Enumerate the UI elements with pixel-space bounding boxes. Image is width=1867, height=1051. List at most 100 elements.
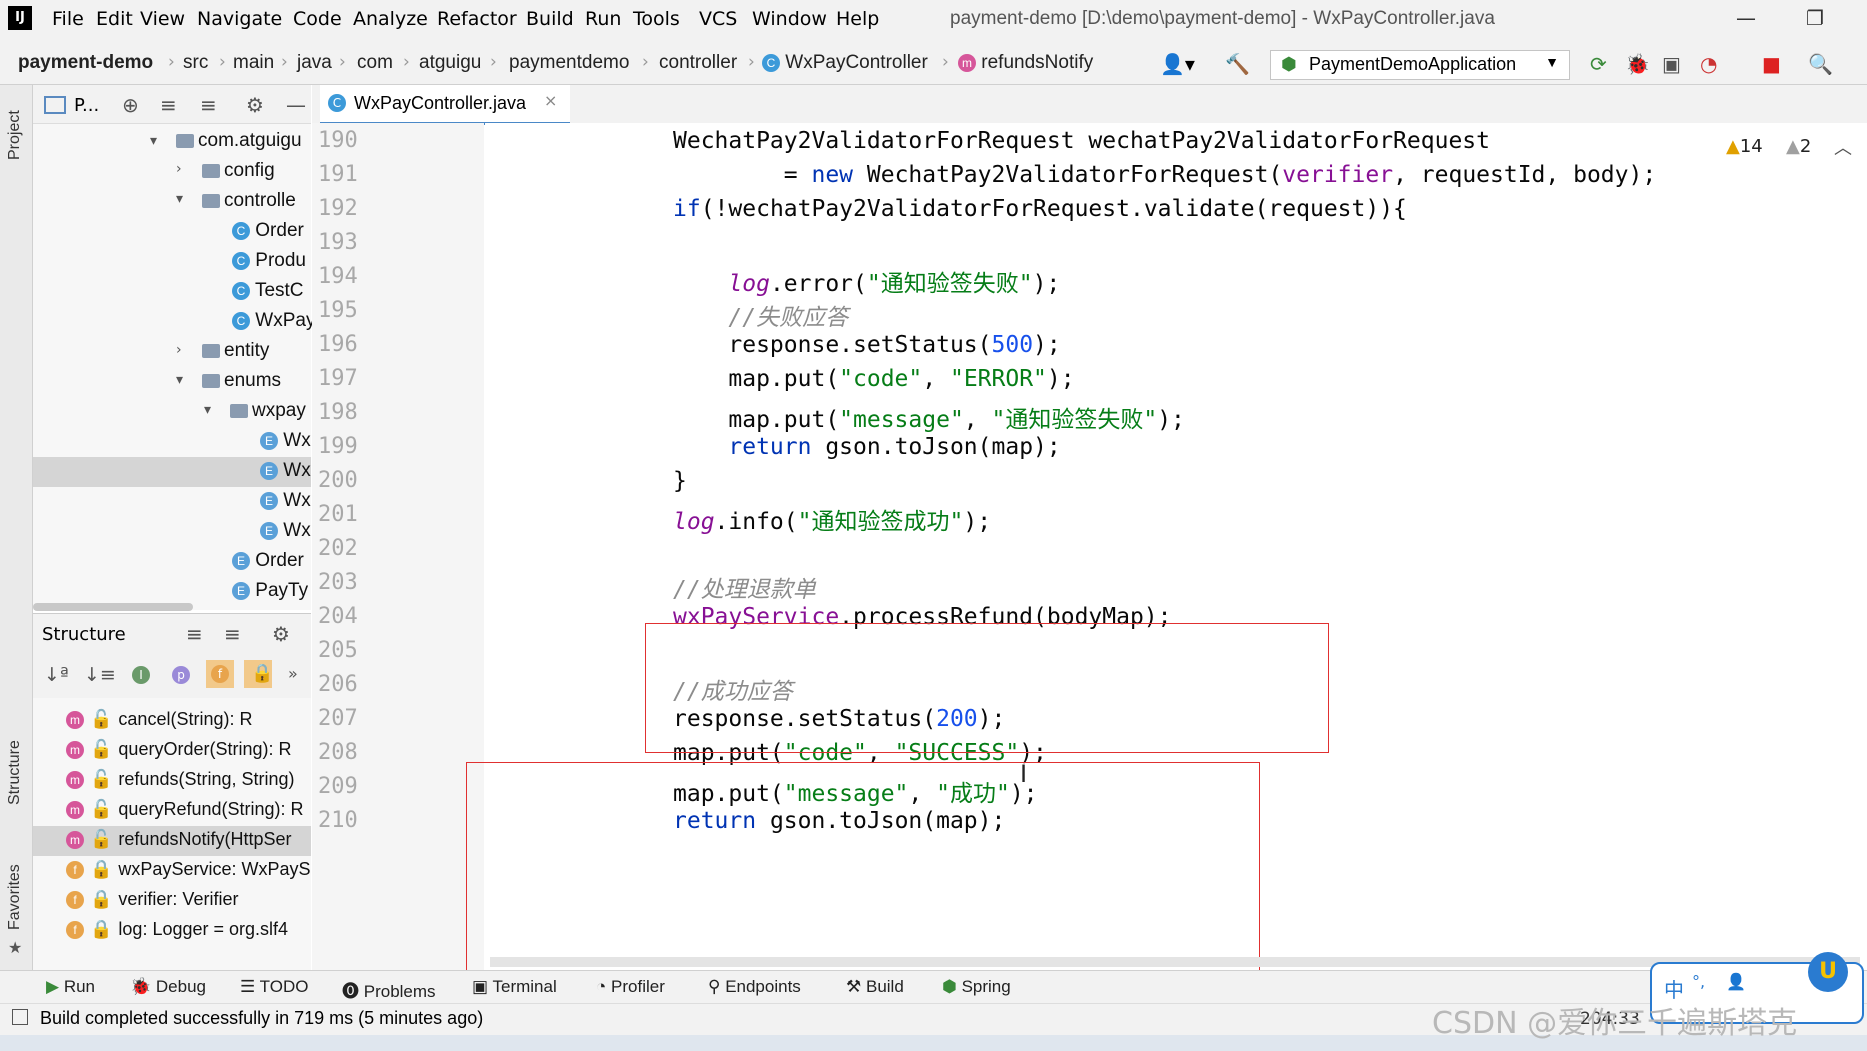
breadcrumb-project[interactable]: payment-demo <box>18 52 153 74</box>
code-line[interactable]: = new WechatPay2ValidatorForRequest(veri… <box>673 162 1656 188</box>
toggle-tool-windows-icon[interactable] <box>12 1009 28 1025</box>
structure-item[interactable]: m 🔓 queryRefund(String): R <box>66 799 304 820</box>
menu-analyze[interactable]: Analyze <box>353 8 428 30</box>
menu-build[interactable]: Build <box>526 8 574 30</box>
code-line[interactable]: if(!wechatPay2ValidatorForRequest.valida… <box>673 196 1407 222</box>
code-line[interactable]: //处理退款单 <box>673 570 816 604</box>
close-icon[interactable]: × <box>544 91 557 110</box>
collapse-all-icon[interactable]: ≡ <box>200 93 217 117</box>
weak-warnings-indicator[interactable]: ▲2 <box>1786 136 1811 157</box>
menu-refactor[interactable]: Refactor <box>437 8 517 30</box>
tree-item-class[interactable]: C Order <box>232 220 304 242</box>
tree-item-enum[interactable]: E Order <box>232 550 304 572</box>
breadcrumb-atguigu[interactable]: atguigu <box>419 52 481 74</box>
menu-edit[interactable]: Edit <box>96 8 133 30</box>
run-configuration-select[interactable]: ⬢ PaymentDemoApplication ▼ <box>1270 50 1570 80</box>
sort-alpha-icon[interactable]: ↓ª <box>44 664 69 686</box>
tree-item-enum[interactable]: E Wx <box>260 430 311 452</box>
endpoints-tool-button[interactable]: ⚲ Endpoints <box>708 977 801 997</box>
stop-icon[interactable]: ■ <box>1762 52 1781 76</box>
structure-item[interactable]: f 🔒 verifier: Verifier <box>66 889 238 910</box>
structure-item[interactable]: m 🔓 refunds(String, String) <box>66 769 295 790</box>
tree-item-enum-selected[interactable]: E Wx <box>260 460 311 482</box>
tree-item-enum[interactable]: E PayTy <box>232 580 308 602</box>
tree-item-enum[interactable]: E Wx <box>260 490 311 512</box>
menu-help[interactable]: Help <box>836 8 879 30</box>
profiler-tool-button[interactable]: ◔ Profiler <box>596 977 665 997</box>
breadcrumb-method[interactable]: m refundsNotify <box>958 52 1093 74</box>
build-tool-button[interactable]: ⚒ Build <box>846 977 904 997</box>
menu-navigate[interactable]: Navigate <box>197 8 282 30</box>
tree-item-wxpay[interactable]: wxpay <box>230 400 306 422</box>
sort-visibility-icon[interactable]: ↓≡ <box>84 664 116 686</box>
breadcrumb-src[interactable]: src <box>183 52 208 74</box>
structure-item[interactable]: m 🔓 queryOrder(String): R <box>66 739 291 760</box>
show-fields-icon[interactable]: f <box>206 660 234 688</box>
rerun-icon[interactable]: ⟳ <box>1590 52 1607 76</box>
project-view-select[interactable]: P... <box>74 95 99 116</box>
terminal-tool-button[interactable]: ▣ Terminal <box>472 977 557 997</box>
user-icon[interactable]: 👤▾ <box>1160 52 1195 76</box>
chevron-up-icon[interactable]: ︿ <box>1834 134 1852 160</box>
tree-item-enums[interactable]: enums <box>202 370 281 392</box>
breadcrumb-paymentdemo[interactable]: paymentdemo <box>509 52 629 74</box>
breadcrumb-java[interactable]: java <box>297 52 332 74</box>
favorites-tool-tab[interactable]: Favorites <box>6 864 24 930</box>
structure-item-selected[interactable]: m 🔓 refundsNotify(HttpSer <box>66 829 292 850</box>
collapse-all-icon[interactable]: ≡ <box>224 622 241 646</box>
run-tool-button[interactable]: ▶ Run <box>46 977 95 997</box>
code-line[interactable]: map.put("code", "ERROR"); <box>673 366 1074 392</box>
code-line[interactable]: log.info("通知验签成功"); <box>673 502 991 536</box>
debug-tool-button[interactable]: 🐞 Debug <box>130 977 206 997</box>
show-nonpublic-icon[interactable]: 🔒 <box>244 660 273 688</box>
gear-icon[interactable]: ⚙ <box>272 622 290 646</box>
tree-item-entity[interactable]: entity <box>202 340 269 362</box>
restore-icon[interactable]: ❐ <box>1806 6 1824 30</box>
code-line[interactable]: //失败应答 <box>673 298 848 332</box>
project-scrollbar[interactable] <box>33 603 193 611</box>
tree-item-class[interactable]: C WxPay <box>232 310 315 332</box>
breadcrumb-controller[interactable]: controller <box>659 52 737 74</box>
structure-tool-tab[interactable]: Structure <box>6 740 24 805</box>
structure-item[interactable]: f 🔒 log: Logger = org.slf4 <box>66 919 288 940</box>
debug-icon[interactable]: 🐞 <box>1625 52 1650 76</box>
hide-panel-icon[interactable]: — <box>286 93 306 117</box>
structure-item[interactable]: f 🔒 wxPayService: WxPayS <box>66 859 310 880</box>
tree-item-config[interactable]: config <box>202 160 275 182</box>
locate-icon[interactable]: ⊕ <box>122 93 139 117</box>
more-icon[interactable]: » <box>288 664 298 683</box>
todo-tool-button[interactable]: ☰ TODO <box>240 977 308 997</box>
code-line[interactable]: } <box>673 468 687 494</box>
breadcrumb-class[interactable]: C WxPayController <box>762 52 928 74</box>
breadcrumb-com[interactable]: com <box>357 52 393 74</box>
menu-vcs[interactable]: VCS <box>699 8 737 30</box>
menu-tools[interactable]: Tools <box>633 8 680 30</box>
menu-file[interactable]: File <box>52 8 84 30</box>
code-line[interactable]: return gson.toJson(map); <box>673 434 1060 460</box>
tree-item-com-atguigu[interactable]: com.atguigu <box>176 130 302 152</box>
tree-item-controller[interactable]: controlle <box>202 190 296 212</box>
minimize-icon[interactable]: — <box>1736 6 1756 30</box>
code-line[interactable]: log.error("通知验签失败"); <box>673 264 1060 298</box>
coverage-icon[interactable]: ▣ <box>1662 52 1681 76</box>
tree-item-enum[interactable]: E Wx <box>260 520 311 542</box>
show-properties-icon[interactable]: p <box>172 664 190 684</box>
code-line[interactable]: WechatPay2ValidatorForRequest wechatPay2… <box>673 128 1490 154</box>
spring-tool-button[interactable]: ⬢ Spring <box>942 977 1011 997</box>
menu-code[interactable]: Code <box>293 8 342 30</box>
problems-tool-button[interactable]: ⓿ Problems <box>342 977 436 1002</box>
show-inherited-icon[interactable]: I <box>132 664 150 684</box>
search-icon[interactable]: 🔍 <box>1808 52 1833 76</box>
menu-window[interactable]: Window <box>752 8 827 30</box>
menu-view[interactable]: View <box>140 8 185 30</box>
structure-item[interactable]: m 🔓 cancel(String): R <box>66 709 252 730</box>
expand-all-icon[interactable]: ≡ <box>160 93 177 117</box>
profiler-icon[interactable]: ◔ <box>1700 52 1717 76</box>
tree-item-class[interactable]: C Produ <box>232 250 306 272</box>
warnings-indicator[interactable]: ▲14 <box>1726 136 1763 157</box>
code-line[interactable]: map.put("message", "通知验签失败"); <box>673 400 1185 434</box>
code-line[interactable]: response.setStatus(500); <box>673 332 1060 358</box>
gear-icon[interactable]: ⚙ <box>246 93 264 117</box>
expand-all-icon[interactable]: ≡ <box>186 622 203 646</box>
tree-item-class[interactable]: C TestC <box>232 280 304 302</box>
